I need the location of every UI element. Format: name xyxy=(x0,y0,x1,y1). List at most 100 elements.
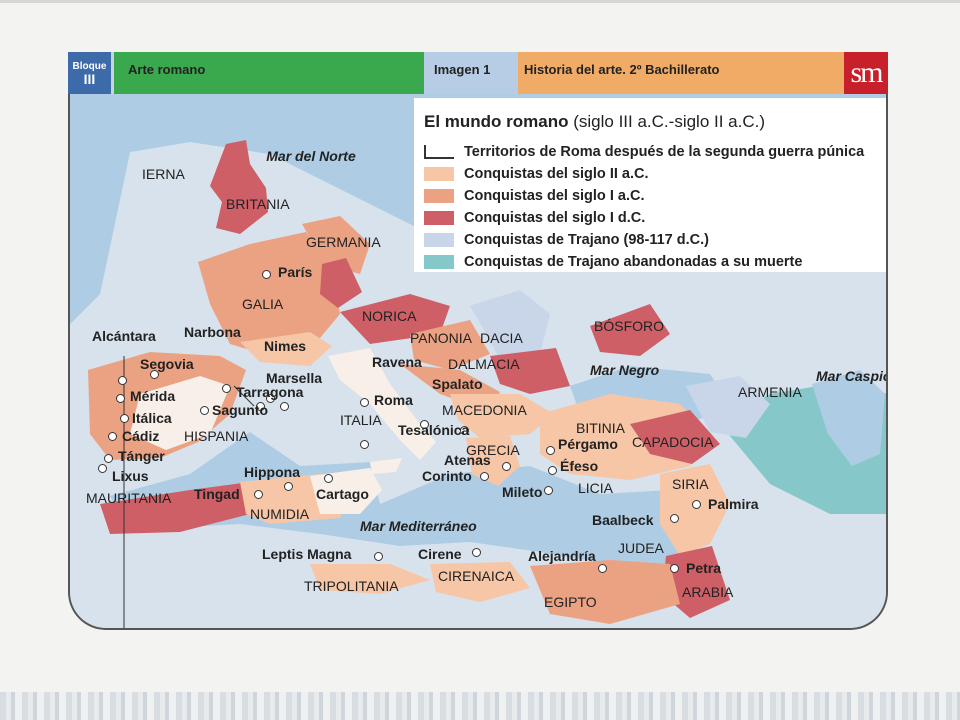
region-label-cirenaica: CIRENAICA xyxy=(438,568,515,584)
legend-label: Conquistas del siglo I a.C. xyxy=(464,188,645,204)
city-label-sagunto: Sagunto xyxy=(212,402,268,418)
region-label-macedonia: MACEDONIA xyxy=(442,402,527,418)
legend-item: Conquistas del siglo I d.C. xyxy=(424,209,645,227)
city-label-atenas: Atenas xyxy=(444,452,491,468)
city-marker xyxy=(280,402,289,411)
region-label-britania: BRITANIA xyxy=(226,196,290,212)
legend-item: Conquistas de Trajano abandonadas a su m… xyxy=(424,253,802,271)
city-label-tarragona: Tarragona xyxy=(236,384,304,400)
legend-swatch-1st-century-bc xyxy=(424,189,454,203)
city-label-mileto: Mileto xyxy=(502,484,543,500)
city-label-baalbeck: Baalbeck xyxy=(592,512,654,528)
legend-swatch-roman-territory xyxy=(424,145,454,159)
city-label-tanger: Tánger xyxy=(118,448,165,464)
sea-label-mar-del-norte: Mar del Norte xyxy=(266,148,356,164)
city-marker xyxy=(480,472,489,481)
city-marker xyxy=(222,384,231,393)
region-label-bitinia: BITINIA xyxy=(576,420,626,436)
city-marker xyxy=(374,552,383,561)
region-label-judea: JUDEA xyxy=(618,540,664,556)
legend-item: Conquistas del siglo II a.C. xyxy=(424,165,649,183)
city-label-italica: Itálica xyxy=(132,410,172,426)
region-label-hispania: HISPANIA xyxy=(184,428,249,444)
city-label-merida: Mérida xyxy=(130,388,176,404)
city-label-segovia: Segovia xyxy=(140,356,194,372)
legend-item: Territorios de Roma después de la segund… xyxy=(424,143,864,161)
sea-label-mar-caspio: Mar Caspio xyxy=(816,368,888,384)
legend-item: Conquistas de Trajano (98-117 d.C.) xyxy=(424,231,709,249)
region-label-galia: GALIA xyxy=(242,296,284,312)
sea-label-mar-negro: Mar Negro xyxy=(590,362,660,378)
city-label-tingad: Tingad xyxy=(194,486,240,502)
city-marker xyxy=(670,514,679,523)
city-marker xyxy=(104,454,113,463)
section-tab: Arte romano xyxy=(114,52,424,94)
top-border xyxy=(0,0,960,3)
legend: El mundo romano (siglo III a.C.-siglo II… xyxy=(414,98,886,272)
legend-label: Conquistas de Trajano abandonadas a su m… xyxy=(464,254,803,270)
legend-swatch-1st-century-ad xyxy=(424,211,454,225)
legend-label: Conquistas de Trajano (98-117 d.C.) xyxy=(464,232,709,248)
city-marker xyxy=(670,564,679,573)
roman-world-map: El mundo romano (siglo III a.C.-siglo II… xyxy=(68,94,888,630)
city-marker xyxy=(472,548,481,557)
section-title: Arte romano xyxy=(128,62,206,77)
city-marker xyxy=(262,270,271,279)
publisher-logo-text: sm xyxy=(850,56,883,89)
region-label-dacia: DACIA xyxy=(480,330,523,346)
region-label-ierna: IERNA xyxy=(142,166,185,182)
city-label-cirene: Cirene xyxy=(418,546,462,562)
city-marker xyxy=(548,466,557,475)
city-marker xyxy=(116,394,125,403)
region-label-siria: SIRIA xyxy=(672,476,709,492)
legend-swatch-trajan xyxy=(424,233,454,247)
legend-swatch-trajan-abandoned xyxy=(424,255,454,269)
city-marker xyxy=(544,486,553,495)
city-label-alcantara: Alcántara xyxy=(92,328,156,344)
city-label-cadiz: Cádiz xyxy=(122,428,160,444)
city-label-ravena: Ravena xyxy=(372,354,422,370)
city-marker xyxy=(598,564,607,573)
region-label-bosforo: BÓSFORO xyxy=(594,318,665,334)
city-marker xyxy=(118,376,127,385)
region-label-arabia: ARABIA xyxy=(682,584,734,600)
city-label-efeso: Éfeso xyxy=(560,458,599,474)
city-marker xyxy=(324,474,333,483)
city-label-cartago: Cartago xyxy=(316,486,369,502)
region-label-norica: NORICA xyxy=(362,308,417,324)
legend-item: Conquistas del siglo I a.C. xyxy=(424,187,644,205)
city-marker xyxy=(108,432,117,441)
city-marker xyxy=(284,482,293,491)
city-label-leptis-magna: Leptis Magna xyxy=(262,546,352,562)
city-marker xyxy=(692,500,701,509)
region-label-dalmacia: DALMACIA xyxy=(448,356,520,372)
map-card: Bloque III Arte romano Imagen 1 Historia… xyxy=(68,52,888,630)
legend-label: Conquistas del siglo II a.C. xyxy=(464,166,649,182)
image-label: Imagen 1 xyxy=(434,62,491,77)
image-tab: Imagen 1 xyxy=(424,52,518,94)
city-marker xyxy=(200,406,209,415)
region-label-panonia: PANONIA xyxy=(410,330,472,346)
city-label-hippona: Hippona xyxy=(244,464,300,480)
legend-label: Conquistas del siglo I d.C. xyxy=(464,210,646,226)
city-label-palmira: Palmira xyxy=(708,496,759,512)
legend-swatch-2nd-century-bc xyxy=(424,167,454,181)
city-label-spalato: Spalato xyxy=(432,376,483,392)
region-label-egipto: EGIPTO xyxy=(544,594,597,610)
region-label-germania: GERMANIA xyxy=(306,234,381,250)
city-marker xyxy=(98,464,107,473)
city-label-narbona: Narbona xyxy=(184,324,241,340)
region-label-capadocia: CAPADOCIA xyxy=(632,434,714,450)
city-marker xyxy=(502,462,511,471)
publisher-logo: sm xyxy=(844,52,888,94)
city-marker xyxy=(360,398,369,407)
city-marker xyxy=(120,414,129,423)
region-label-numidia: NUMIDIA xyxy=(250,506,310,522)
legend-title-period: (siglo III a.C.-siglo II a.C.) xyxy=(573,112,766,131)
legend-title-main: El mundo romano xyxy=(424,112,569,131)
bloque-tab: Bloque III xyxy=(68,52,114,94)
city-label-alejandria: Alejandría xyxy=(528,548,596,564)
region-label-licia: LICIA xyxy=(578,480,614,496)
region-label-mauritania: MAURITANIA xyxy=(86,490,172,506)
city-label-corinto: Corinto xyxy=(422,468,472,484)
